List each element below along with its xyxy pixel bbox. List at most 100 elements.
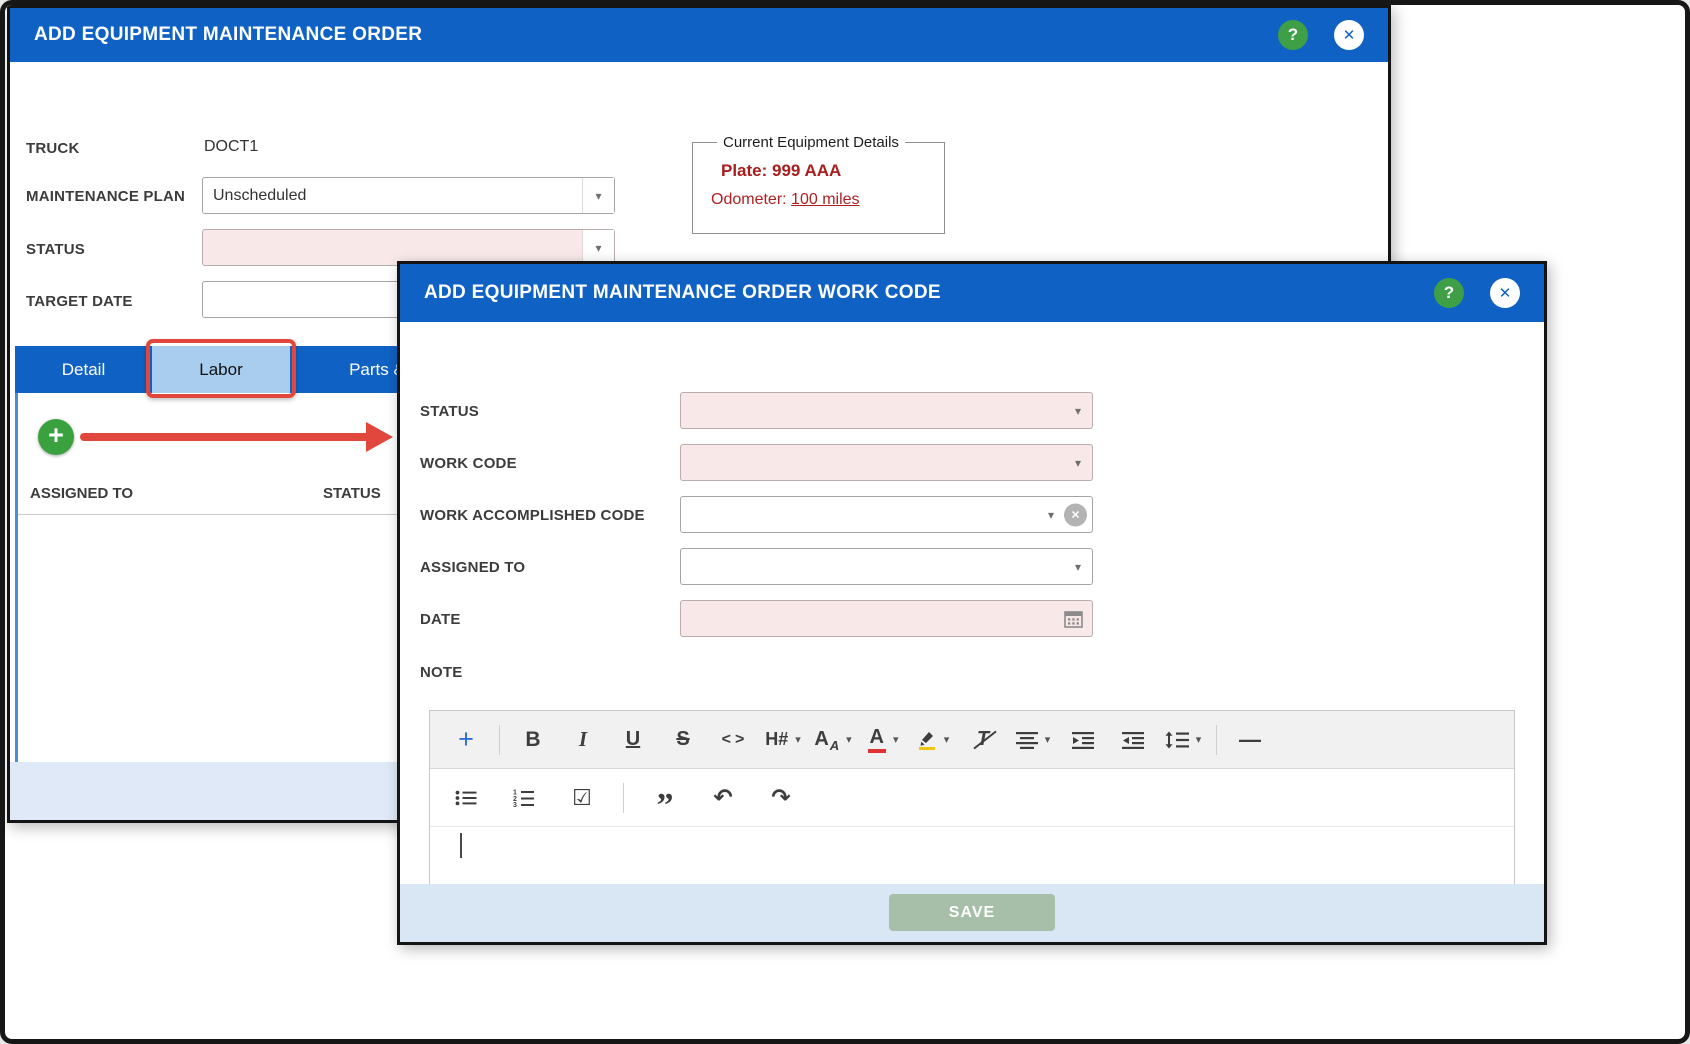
code-icon: <> <box>721 730 749 748</box>
underline-icon: U <box>625 728 641 750</box>
clear-formatting-button[interactable]: T <box>961 719 1005 761</box>
highlight-color-button[interactable]: ▾ <box>911 719 955 761</box>
svg-text:3: 3 <box>513 802 517 807</box>
help-button[interactable]: ? <box>1434 278 1464 308</box>
underline-button[interactable]: U <box>611 719 655 761</box>
toolbar-divider <box>623 782 624 813</box>
insert-button[interactable]: + <box>444 719 488 761</box>
undo-button[interactable]: ↶ <box>701 777 745 819</box>
work-code-select[interactable]: ▾ <box>680 444 1093 481</box>
add-labor-button[interactable]: + <box>38 419 74 455</box>
heading-button[interactable]: H# ▾ <box>761 719 805 761</box>
undo-icon: ↶ <box>713 784 733 810</box>
line-spacing-button[interactable]: ▾ <box>1161 719 1205 761</box>
tab-detail[interactable]: Detail <box>15 346 152 393</box>
font-family-icon: A <box>814 728 829 750</box>
chevron-down-icon: ▾ <box>943 734 950 746</box>
order-modal-titlebar: ADD EQUIPMENT MAINTENANCE ORDER ? ✕ <box>10 8 1388 62</box>
align-icon <box>1015 731 1038 749</box>
column-assigned-to: ASSIGNED TO <box>30 485 134 502</box>
bullet-list-button[interactable] <box>444 777 488 819</box>
outdent-icon <box>1122 731 1144 749</box>
equipment-odometer: Odometer: 100 miles <box>711 191 934 209</box>
chevron-down-icon: ▾ <box>1195 734 1202 746</box>
calendar-icon <box>1064 610 1083 628</box>
toolbar-divider <box>1216 724 1217 755</box>
bullet-list-icon <box>455 789 477 807</box>
equipment-details-legend: Current Equipment Details <box>723 134 899 151</box>
bold-icon: B <box>525 727 541 751</box>
annotation-arrow-head <box>366 422 393 452</box>
indent-icon <box>1072 731 1094 749</box>
truck-value: DOCT1 <box>204 138 259 155</box>
chevron-down-icon: ▾ <box>1074 559 1081 574</box>
bold-button[interactable]: B <box>511 719 555 761</box>
clear-field-button[interactable]: ✕ <box>1064 503 1087 526</box>
horizontal-rule-icon: — <box>1239 726 1261 752</box>
odometer-label: Odometer: <box>711 191 787 208</box>
redo-icon: ↷ <box>771 784 791 810</box>
workcode-modal-title: ADD EQUIPMENT MAINTENANCE ORDER WORK COD… <box>424 282 941 303</box>
help-icon: ? <box>1443 283 1455 302</box>
italic-button[interactable]: I <box>561 719 605 761</box>
chevron-down-icon: ▾ <box>1047 507 1054 522</box>
maintenance-plan-label: MAINTENANCE PLAN <box>26 188 186 205</box>
titlebar-actions: ? ✕ <box>1278 20 1364 50</box>
wc-date-input[interactable] <box>680 600 1093 637</box>
wc-status-label: STATUS <box>420 403 479 420</box>
outdent-button[interactable] <box>1111 719 1155 761</box>
close-button[interactable]: ✕ <box>1334 20 1364 50</box>
status-label: STATUS <box>26 241 85 258</box>
editor-toolbar-row2: 123 ☑ ” ↶ ↷ <box>430 769 1514 827</box>
wc-status-select[interactable]: ▾ <box>680 392 1093 429</box>
chevron-down-icon: ▾ <box>846 734 852 746</box>
checklist-icon: ☑ <box>572 784 592 810</box>
chevron-down-icon: ▾ <box>795 734 801 746</box>
current-equipment-details-box: Current Equipment Details Plate: 999 AAA… <box>692 134 945 234</box>
wc-assigned-to-select[interactable]: ▾ <box>680 548 1093 585</box>
chevron-down-icon: ▾ <box>595 240 602 255</box>
numbered-list-button[interactable]: 123 <box>502 777 546 819</box>
work-accomplished-label: WORK ACCOMPLISHED CODE <box>420 507 645 524</box>
close-icon: ✕ <box>1498 285 1512 302</box>
chevron-down-icon: ▾ <box>1044 734 1051 746</box>
help-button[interactable]: ? <box>1278 20 1308 50</box>
tab-labor[interactable]: Labor <box>152 346 290 393</box>
horizontal-rule-button[interactable]: — <box>1228 719 1272 761</box>
select-button: ▾ <box>582 178 614 213</box>
blockquote-icon: ” <box>656 786 674 824</box>
target-date-label: TARGET DATE <box>26 293 133 310</box>
add-work-code-modal: ADD EQUIPMENT MAINTENANCE ORDER WORK COD… <box>397 261 1547 945</box>
order-modal-title: ADD EQUIPMENT MAINTENANCE ORDER <box>34 24 423 45</box>
blockquote-button[interactable]: ” <box>643 777 687 824</box>
close-icon: ✕ <box>1342 27 1356 44</box>
annotation-arrow-line <box>80 433 372 441</box>
workcode-modal-footer: SAVE <box>400 884 1544 942</box>
truck-label: TRUCK <box>26 140 80 157</box>
indent-button[interactable] <box>1061 719 1105 761</box>
checklist-button[interactable]: ☑ <box>560 777 604 819</box>
close-button[interactable]: ✕ <box>1490 278 1520 308</box>
wc-date-label: DATE <box>420 611 461 628</box>
text-color-button[interactable]: A ▾ <box>861 719 905 761</box>
clear-icon: ✕ <box>1070 509 1081 521</box>
equipment-plate: Plate: 999 AAA <box>721 161 842 180</box>
strikethrough-button[interactable]: S <box>661 719 705 761</box>
workcode-modal-body: STATUS ▾ WORK CODE ▾ WORK ACCOMPLISHED C… <box>400 322 1544 942</box>
chevron-down-icon: ▾ <box>892 734 899 746</box>
screenshot-frame: ADD EQUIPMENT MAINTENANCE ORDER ? ✕ TRUC… <box>0 0 1690 1044</box>
odometer-value[interactable]: 100 miles <box>791 191 859 208</box>
titlebar-actions: ? ✕ <box>1434 278 1520 308</box>
work-accomplished-select[interactable]: ▾ ✕ <box>680 496 1093 533</box>
code-button[interactable]: <> <box>711 719 755 761</box>
redo-button[interactable]: ↷ <box>759 777 803 819</box>
toolbar-divider <box>499 724 500 755</box>
wc-assigned-to-label: ASSIGNED TO <box>420 559 526 576</box>
text-color-icon: A <box>867 726 886 753</box>
font-family-button[interactable]: A A ▾ <box>811 719 855 761</box>
maintenance-plan-select[interactable]: Unscheduled ▾ <box>202 177 615 214</box>
alignment-button[interactable]: ▾ <box>1011 719 1055 761</box>
note-label: NOTE <box>420 664 463 681</box>
editor-toolbar-row1: + B I U S <> H# ▾ A A ▾ A ▾ ▾ T ▾ ▾ — <box>430 711 1514 769</box>
save-button[interactable]: SAVE <box>889 894 1055 931</box>
